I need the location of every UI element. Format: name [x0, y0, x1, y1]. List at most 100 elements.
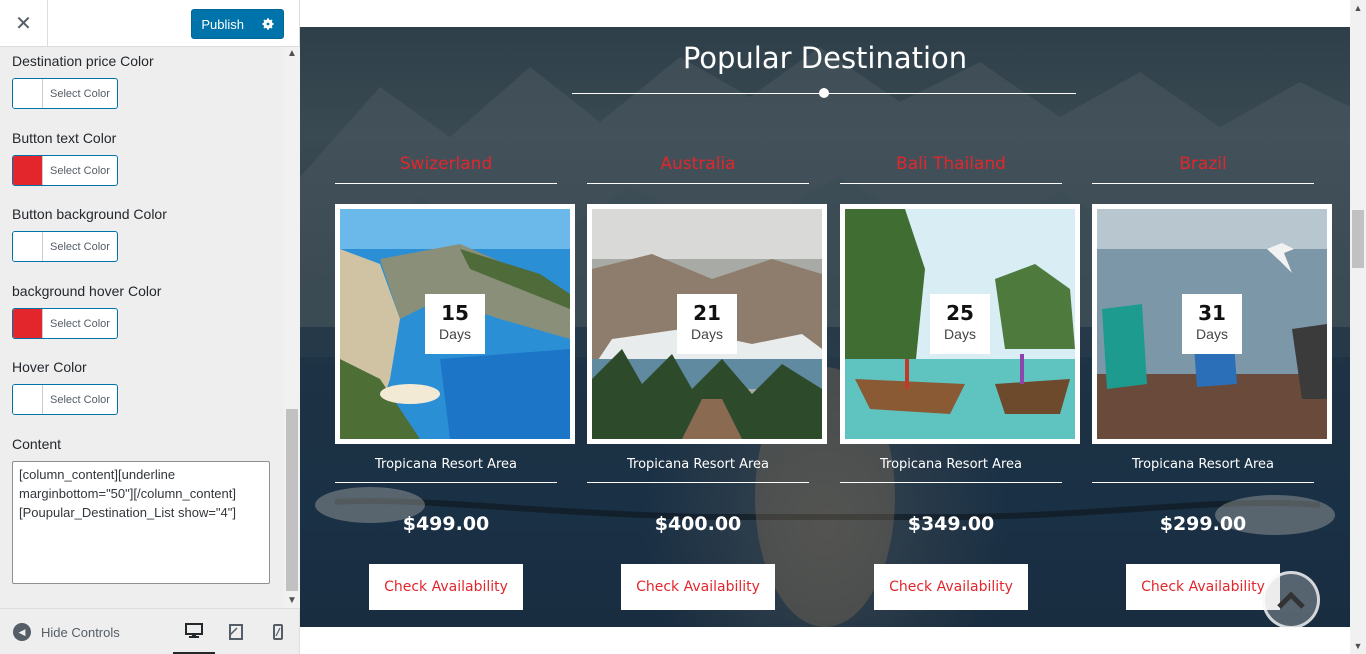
- divider: [587, 482, 809, 483]
- select-color-label: Select Color: [50, 393, 110, 406]
- color-swatch: [13, 156, 43, 185]
- gear-icon[interactable]: [253, 10, 283, 38]
- divider: [335, 482, 557, 483]
- select-color-button[interactable]: Select Color: [12, 155, 118, 186]
- scroll-down-arrow-icon[interactable]: ▼: [1350, 638, 1366, 654]
- control-label: Button text Color: [12, 130, 117, 146]
- desktop-preview-button[interactable]: [173, 609, 215, 654]
- days-badge: 31 Days: [1182, 294, 1242, 354]
- destination-area: Tropicana Resort Area: [1131, 457, 1275, 472]
- divider: [1092, 482, 1314, 483]
- days-label: Days: [1196, 326, 1228, 342]
- days-label: Days: [944, 326, 976, 342]
- controls-panel: Destination price Color Select Color But…: [0, 47, 284, 608]
- destination-price: $400.00: [654, 513, 742, 535]
- days-badge: 15 Days: [425, 294, 485, 354]
- scrollbar-thumb[interactable]: [1352, 210, 1364, 268]
- mobile-icon: [273, 624, 283, 640]
- destination-name[interactable]: Bali Thailand: [840, 147, 1062, 183]
- select-color-label: Select Color: [50, 87, 110, 100]
- destination-area: Tropicana Resort Area: [879, 457, 1023, 472]
- control-content: Content [column_content][underline margi…: [12, 435, 272, 589]
- color-swatch: [13, 79, 43, 108]
- chevron-up-icon: [1277, 591, 1305, 609]
- scroll-to-top-button[interactable]: [1262, 571, 1320, 629]
- sidebar-scrollbar[interactable]: ▲ ▼: [284, 47, 300, 608]
- publish-label: Publish: [201, 16, 244, 32]
- days-label: Days: [439, 326, 471, 342]
- destination-card: Brazil 31 Days Tropicana Resort Area $29…: [1092, 147, 1332, 610]
- close-icon: ✕: [15, 13, 32, 35]
- days-badge: 21 Days: [677, 294, 737, 354]
- destination-card: Swizerland 15 Days Tropicana Resort Area…: [335, 147, 575, 610]
- destination-name[interactable]: Swizerland: [335, 147, 557, 183]
- check-availability-button[interactable]: Check Availability: [369, 564, 523, 610]
- destination-price: $349.00: [907, 513, 995, 535]
- destination-photo[interactable]: 25 Days: [840, 204, 1080, 444]
- preview-scrollbar[interactable]: ▲ ▼: [1350, 0, 1366, 654]
- control-background-hover-color: background hover Color Select Color: [12, 282, 272, 339]
- color-swatch: [13, 309, 43, 338]
- days-number: 21: [693, 301, 721, 325]
- days-number: 15: [441, 301, 469, 325]
- select-color-label: Select Color: [50, 164, 110, 177]
- divider: [587, 183, 809, 184]
- scroll-up-arrow-icon[interactable]: ▲: [1350, 0, 1366, 16]
- sidebar-header: ✕ Publish: [0, 0, 299, 47]
- destination-card: Australia 21 Days Tropicana Resort Area: [587, 147, 827, 610]
- select-color-button[interactable]: Select Color: [12, 231, 118, 262]
- publish-button[interactable]: Publish: [191, 9, 284, 39]
- days-label: Days: [691, 326, 723, 342]
- select-color-button[interactable]: Select Color: [12, 78, 118, 109]
- control-button-text-color: Button text Color Select Color: [12, 129, 272, 186]
- tablet-icon: [229, 624, 243, 640]
- scroll-down-arrow-icon[interactable]: ▼: [284, 594, 300, 608]
- divider: [1092, 183, 1314, 184]
- site-preview: Popular Destination Swizerland 15 Days T…: [300, 0, 1350, 654]
- select-color-button[interactable]: Select Color: [12, 308, 118, 339]
- select-color-button[interactable]: Select Color: [12, 384, 118, 415]
- destination-name[interactable]: Brazil: [1092, 147, 1314, 183]
- select-color-label: Select Color: [50, 240, 110, 253]
- hide-controls-button[interactable]: ◀ Hide Controls: [13, 609, 120, 654]
- close-button[interactable]: ✕: [0, 0, 48, 47]
- sidebar-footer: ◀ Hide Controls: [0, 608, 299, 654]
- control-hover-color: Hover Color Select Color: [12, 358, 272, 415]
- check-availability-button[interactable]: Check Availability: [874, 564, 1028, 610]
- mobile-preview-button[interactable]: [257, 609, 299, 654]
- destination-area: Tropicana Resort Area: [626, 457, 770, 472]
- tablet-preview-button[interactable]: [215, 609, 257, 654]
- select-color-label: Select Color: [50, 317, 110, 330]
- destination-photo[interactable]: 31 Days: [1092, 204, 1332, 444]
- control-button-background-color: Button background Color Select Color: [12, 205, 272, 262]
- customizer-sidebar: ✕ Publish Destination price Color Select…: [0, 0, 300, 654]
- divider: [840, 183, 1062, 184]
- destination-photo[interactable]: 21 Days: [587, 204, 827, 444]
- control-label: Button background Color: [12, 206, 167, 222]
- divider: [335, 183, 557, 184]
- destination-name[interactable]: Australia: [587, 147, 809, 183]
- content-textarea[interactable]: [column_content][underline marginbottom=…: [12, 461, 270, 584]
- days-badge: 25 Days: [930, 294, 990, 354]
- destination-area: Tropicana Resort Area: [374, 457, 518, 472]
- control-label: Hover Color: [12, 359, 87, 375]
- check-availability-button[interactable]: Check Availability: [1126, 564, 1280, 610]
- hide-controls-label: Hide Controls: [41, 624, 120, 640]
- divider: [840, 482, 1062, 483]
- control-label: Destination price Color: [12, 53, 154, 69]
- color-swatch: [13, 385, 43, 414]
- destination-price: $499.00: [402, 513, 490, 535]
- check-availability-button[interactable]: Check Availability: [621, 564, 775, 610]
- scrollbar-thumb[interactable]: [286, 409, 298, 591]
- control-destination-price-color: Destination price Color Select Color: [12, 52, 272, 109]
- destination-photo[interactable]: 15 Days: [335, 204, 575, 444]
- days-number: 31: [1198, 301, 1226, 325]
- popular-destination-section: Popular Destination Swizerland 15 Days T…: [300, 27, 1350, 627]
- section-title: Popular Destination: [682, 41, 968, 75]
- days-number: 25: [946, 301, 974, 325]
- color-swatch: [13, 232, 43, 261]
- desktop-icon: [185, 622, 203, 638]
- title-divider-dot: [819, 88, 829, 98]
- scroll-up-arrow-icon[interactable]: ▲: [284, 47, 300, 61]
- control-label: background hover Color: [12, 283, 162, 299]
